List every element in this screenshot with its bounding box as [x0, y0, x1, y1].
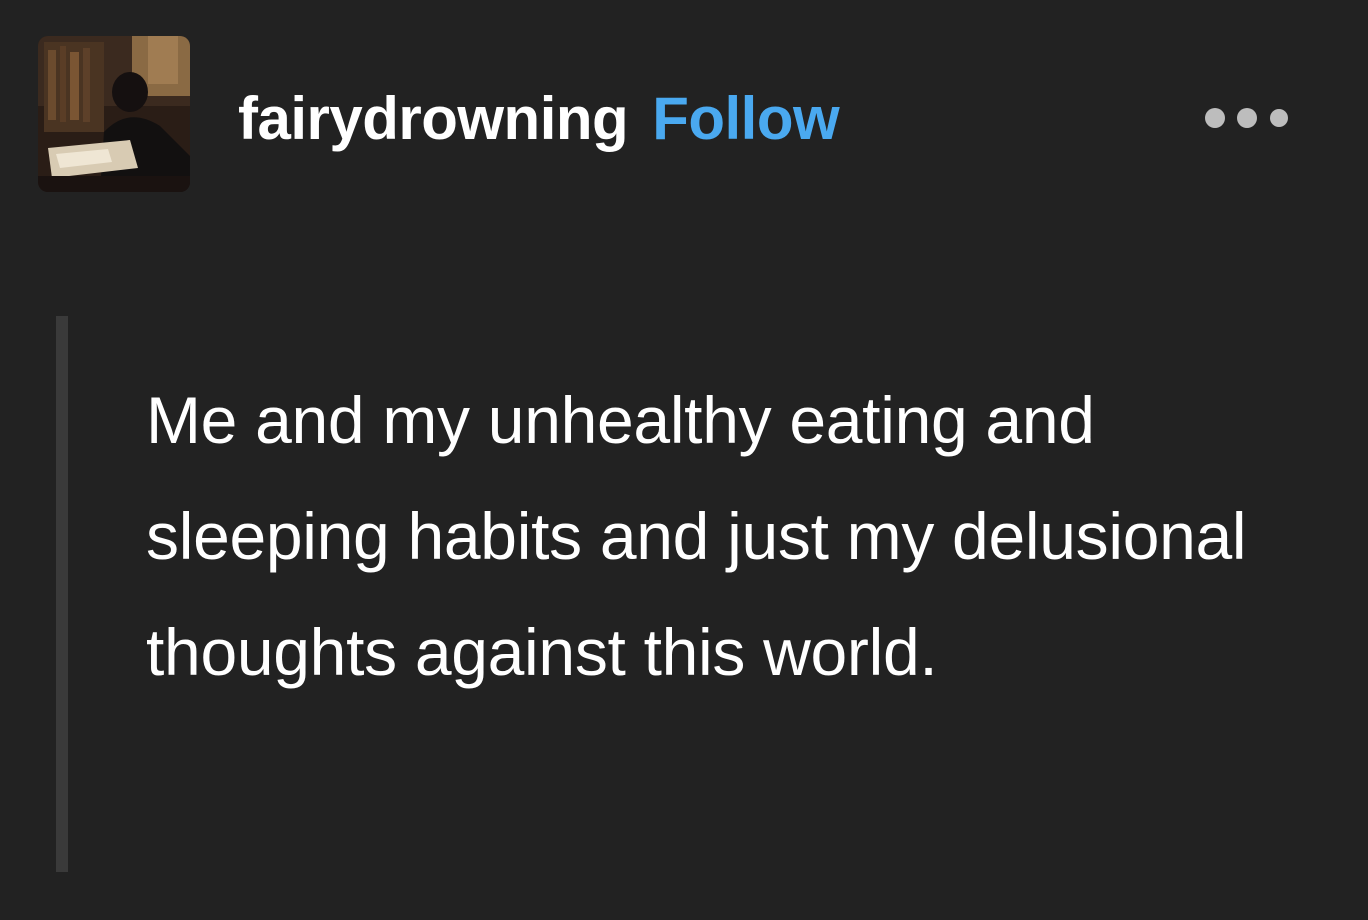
- avatar-photo-icon: [38, 36, 190, 192]
- post-card: fairydrowning Follow Me and my unhealthy…: [0, 0, 1368, 920]
- more-options-button[interactable]: [1196, 100, 1296, 136]
- quote-border: [56, 316, 68, 872]
- ellipsis-horizontal-icon: [1205, 108, 1288, 128]
- blog-name-link[interactable]: fairydrowning: [238, 84, 629, 153]
- follow-button[interactable]: Follow: [652, 84, 839, 153]
- post-quote-text: Me and my unhealthy eating and sleeping …: [146, 383, 1247, 689]
- post-header: fairydrowning Follow: [238, 84, 840, 164]
- blog-avatar[interactable]: [38, 36, 190, 192]
